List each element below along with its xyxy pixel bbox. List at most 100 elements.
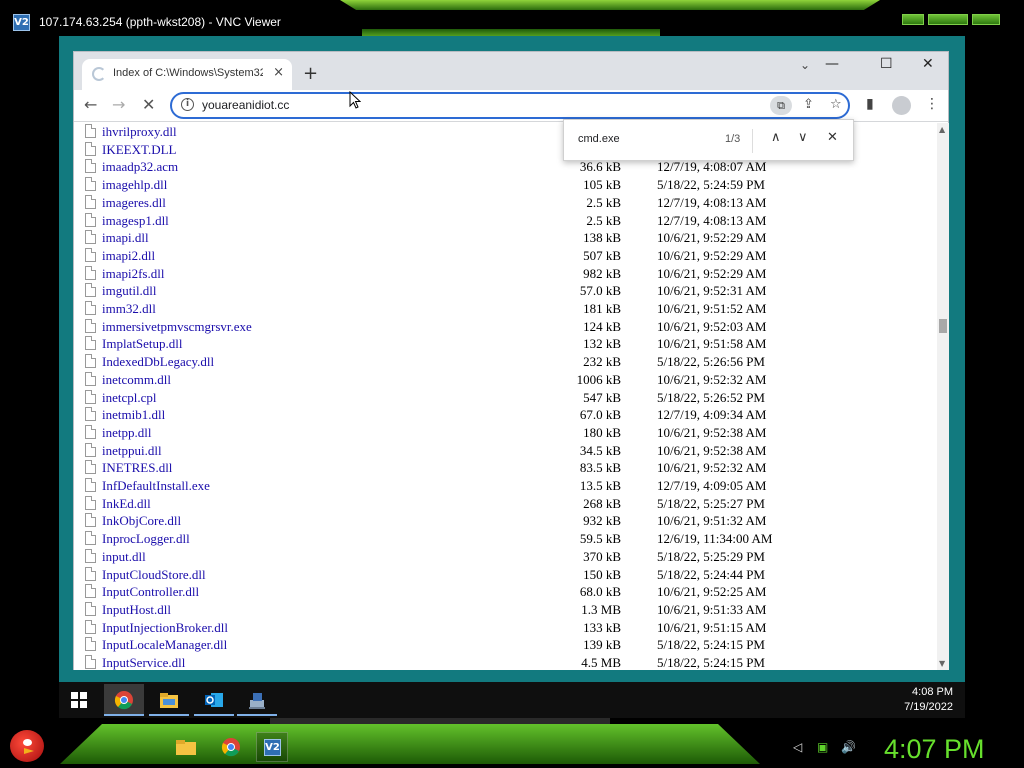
file-name-link[interactable]: imapi2.dll [102, 248, 155, 264]
file-modified-date: 5/18/22, 5:25:29 PM [657, 548, 765, 564]
file-name-link[interactable]: InkEd.dll [102, 496, 151, 512]
tray-network-icon[interactable]: ▣ [817, 740, 828, 754]
tab-search-icon[interactable]: ⌄ [800, 58, 810, 72]
vnc-close-button[interactable] [972, 14, 1000, 25]
file-name-link[interactable]: imaadp32.acm [102, 159, 178, 175]
vnc-minimize-button[interactable] [902, 14, 924, 25]
file-name-link[interactable]: InputLocaleManager.dll [102, 637, 227, 653]
scroll-up-icon[interactable]: ▲ [939, 125, 945, 134]
file-name-link[interactable]: imageres.dll [102, 195, 166, 211]
file-name-link[interactable]: InputHost.dll [102, 602, 171, 618]
back-button[interactable]: ← [84, 95, 97, 114]
file-size: 1006 kB [576, 371, 621, 387]
url-text[interactable]: youareanidiot.cc [202, 98, 289, 112]
stop-loading-button[interactable]: ✕ [142, 95, 155, 114]
bookmark-star-icon[interactable]: ☆ [830, 97, 842, 112]
local-chrome-button[interactable] [215, 732, 247, 762]
profile-avatar-icon[interactable] [892, 96, 911, 115]
minimize-button[interactable]: — [825, 56, 839, 72]
file-modified-date: 5/18/22, 5:26:56 PM [657, 354, 765, 370]
new-tab-button[interactable]: + [303, 63, 318, 84]
file-name-link[interactable]: InfDefaultInstall.exe [102, 478, 210, 494]
file-icon [85, 212, 96, 227]
file-size: 59.5 kB [579, 531, 621, 547]
list-item: imgutil.dll 57.0 kB 10/6/21, 9:52:31 AM [74, 282, 937, 300]
tray-back-icon[interactable]: ◁ [793, 740, 802, 754]
find-input[interactable]: cmd.exe [578, 133, 620, 145]
taskbar-file-explorer[interactable] [149, 684, 189, 716]
forward-button[interactable]: → [112, 95, 125, 114]
file-name-link[interactable]: InputService.dll [102, 655, 185, 670]
find-previous-icon[interactable]: ∧ [771, 130, 781, 145]
tray-volume-icon[interactable]: 🔊 [841, 740, 856, 754]
file-size: 34.5 kB [579, 442, 621, 458]
file-size: 2.5 kB [586, 212, 621, 228]
file-name-link[interactable]: imagesp1.dll [102, 213, 169, 229]
file-name-link[interactable]: imagehlp.dll [102, 177, 167, 193]
file-name-link[interactable]: inetppui.dll [102, 443, 162, 459]
file-name-link[interactable]: imm32.dll [102, 301, 156, 317]
file-icon [85, 124, 96, 138]
file-icon [85, 566, 96, 581]
file-name-link[interactable]: InkObjCore.dll [102, 513, 181, 529]
tab-close-icon[interactable]: × [273, 65, 284, 80]
file-modified-date: 5/18/22, 5:24:15 PM [657, 637, 765, 653]
file-name-link[interactable]: imapi.dll [102, 230, 149, 246]
list-item: InputService.dll 4.5 MB 5/18/22, 5:24:15 P… [74, 654, 937, 670]
find-in-page-icon[interactable]: ⧉ [770, 96, 792, 115]
angry-bird-start-icon[interactable] [10, 730, 44, 762]
taskbar-network-app[interactable] [237, 684, 277, 716]
file-name-link[interactable]: inetcpl.cpl [102, 390, 157, 406]
file-icon [85, 442, 96, 457]
file-icon [85, 637, 96, 652]
file-size: 547 kB [583, 389, 621, 405]
windows-start-icon[interactable] [71, 692, 87, 708]
file-name-link[interactable]: ImplatSetup.dll [102, 336, 183, 352]
list-item: imagesp1.dll 2.5 kB 12/7/19, 4:08:13 AM [74, 212, 937, 230]
list-item: immersivetpmvscmgrsvr.exe 124 kB 10/6/21, … [74, 318, 937, 336]
taskbar-outlook[interactable] [194, 684, 234, 716]
file-name-link[interactable]: inetpp.dll [102, 425, 151, 441]
local-vnc-button[interactable]: V2 [256, 732, 288, 762]
maximize-button[interactable]: ☐ [880, 56, 893, 72]
remote-clock[interactable]: 4:08 PM 7/19/2022 [904, 685, 953, 715]
file-name-link[interactable]: INETRES.dll [102, 460, 172, 476]
scroll-thumb[interactable] [939, 319, 947, 333]
side-panel-icon[interactable]: ▮ [866, 96, 874, 112]
file-name-link[interactable]: input.dll [102, 549, 146, 565]
find-next-icon[interactable]: ∨ [798, 130, 808, 145]
page-scrollbar[interactable]: ▲ ▼ [937, 123, 949, 670]
tab-system32-index[interactable]: Index of C:\Windows\System32\ × [82, 59, 292, 90]
file-size: 67.0 kB [579, 407, 621, 423]
file-name-link[interactable]: immersivetpmvscmgrsvr.exe [102, 319, 252, 335]
vnc-window-title: 107.174.63.254 (ppth-wkst208) - VNC View… [39, 15, 281, 29]
file-name-link[interactable]: inetmib1.dll [102, 407, 165, 423]
file-name-link[interactable]: inetcomm.dll [102, 372, 171, 388]
file-name-link[interactable]: InputCloudStore.dll [102, 567, 206, 583]
file-icon [85, 601, 96, 616]
vnc-maximize-button[interactable] [928, 14, 968, 25]
file-name-link[interactable]: InprocLogger.dll [102, 531, 190, 547]
file-name-link[interactable]: imgutil.dll [102, 283, 157, 299]
file-modified-date: 5/18/22, 5:24:15 PM [657, 655, 765, 670]
chrome-menu-icon[interactable]: ⋮ [925, 96, 939, 112]
taskbar-chrome[interactable] [104, 684, 144, 716]
file-name-link[interactable]: InputInjectionBroker.dll [102, 620, 228, 636]
list-item: imagehlp.dll 105 kB 5/18/22, 5:24:59 PM [74, 176, 937, 194]
scroll-down-icon[interactable]: ▼ [939, 659, 945, 668]
find-close-icon[interactable]: ✕ [827, 130, 838, 145]
remote-time: 4:08 PM [912, 686, 953, 698]
share-icon[interactable]: ⇪ [803, 97, 814, 112]
file-modified-date: 10/6/21, 9:52:38 AM [657, 442, 767, 458]
address-bar[interactable]: i youareanidiot.cc ⧉ ⇪ ☆ [170, 92, 850, 119]
file-name-link[interactable]: InputController.dll [102, 584, 199, 600]
remote-date: 7/19/2022 [904, 701, 953, 713]
local-folder-button[interactable] [170, 732, 202, 762]
site-info-icon[interactable]: i [181, 98, 194, 111]
close-window-button[interactable]: ✕ [922, 56, 934, 72]
file-name-link[interactable]: IndexedDbLegacy.dll [102, 354, 214, 370]
local-clock[interactable]: 4:07 PM [884, 734, 985, 765]
file-name-link[interactable]: imapi2fs.dll [102, 266, 164, 282]
file-name-link[interactable]: IKEEXT.DLL [102, 142, 176, 158]
file-name-link[interactable]: ihvrilproxy.dll [102, 124, 177, 140]
